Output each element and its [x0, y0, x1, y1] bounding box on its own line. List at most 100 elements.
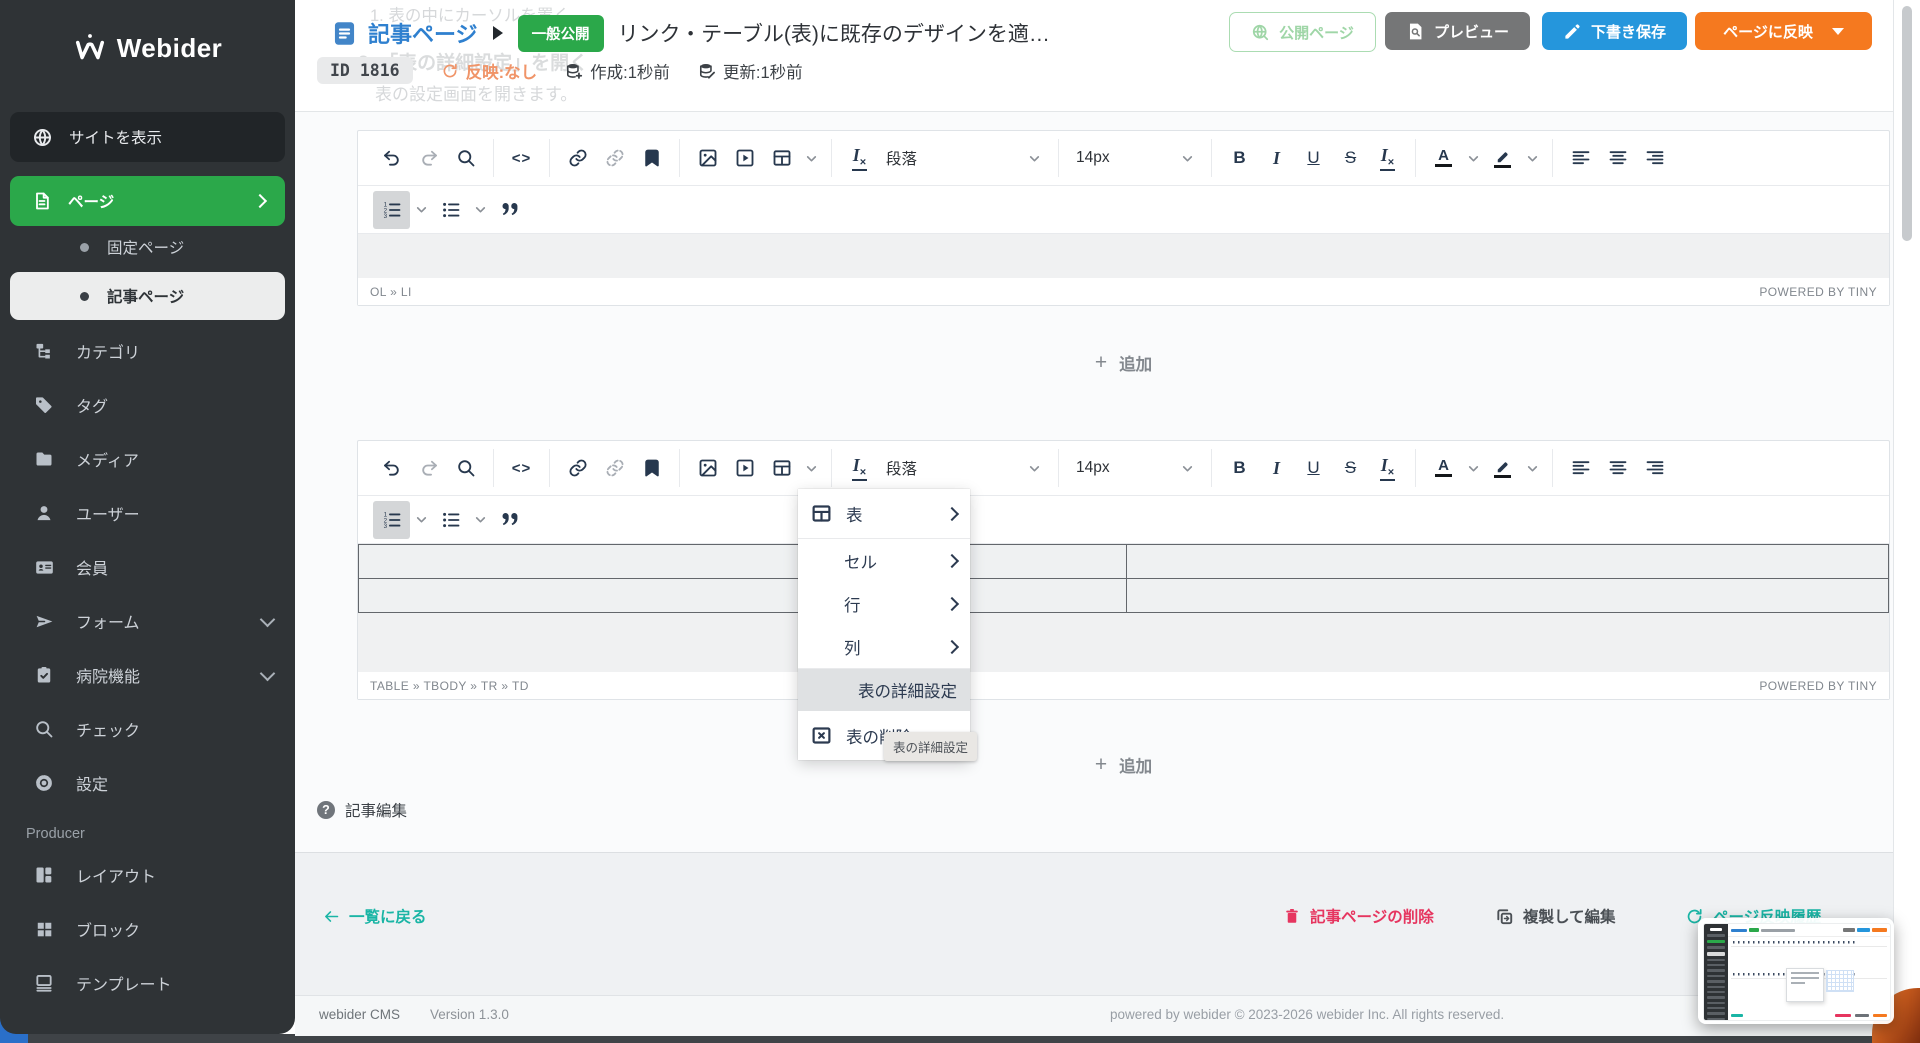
- question-icon[interactable]: ?: [317, 801, 335, 819]
- insert-link-button[interactable]: [559, 139, 596, 177]
- bullet-list-dropdown-chevron[interactable]: [469, 191, 491, 229]
- insert-image-button[interactable]: [689, 449, 726, 487]
- bullet-list-button[interactable]: [432, 191, 469, 229]
- undo-button[interactable]: [373, 139, 410, 177]
- duplicate-edit-link[interactable]: 複製して編集: [1495, 905, 1616, 927]
- paragraph-format-select[interactable]: 段落: [878, 449, 1049, 487]
- add-block-button-1[interactable]: + 追加: [357, 349, 1890, 377]
- sidebar-item-pages[interactable]: ページ: [10, 176, 285, 226]
- sidebar-item-check[interactable]: チェック: [0, 702, 295, 756]
- bullet-list-dropdown-chevron[interactable]: [469, 501, 491, 539]
- delete-article-link[interactable]: 記事ページの削除: [1283, 905, 1434, 927]
- sidebar-item-categories[interactable]: カテゴリ: [0, 324, 295, 378]
- save-draft-button[interactable]: 下書き保存: [1542, 12, 1687, 50]
- undo-button[interactable]: [373, 449, 410, 487]
- highlight-color-button[interactable]: [1484, 449, 1521, 487]
- align-center-button[interactable]: [1599, 449, 1636, 487]
- align-right-button[interactable]: [1636, 139, 1673, 177]
- align-right-button[interactable]: [1636, 449, 1673, 487]
- highlight-dropdown-chevron[interactable]: [1521, 139, 1543, 177]
- reflect-to-page-button[interactable]: ページに反映: [1695, 12, 1872, 50]
- menu-item-column[interactable]: 列: [798, 625, 970, 668]
- sidebar-item-layout[interactable]: レイアウト: [0, 848, 295, 902]
- sidebar-item-fixed-pages[interactable]: 固定ページ: [0, 226, 295, 268]
- ordered-list-dropdown-chevron[interactable]: [410, 191, 432, 229]
- element-path[interactable]: OL » LI: [370, 285, 412, 299]
- sidebar-item-tags[interactable]: タグ: [0, 378, 295, 432]
- insert-link-button[interactable]: [559, 449, 596, 487]
- menu-item-row[interactable]: 行: [798, 582, 970, 625]
- italic-button[interactable]: I: [1258, 449, 1295, 487]
- clear-formatting-button[interactable]: I×: [1369, 139, 1406, 177]
- text-color-button[interactable]: A: [1425, 449, 1462, 487]
- ordered-list-button[interactable]: 123: [373, 191, 410, 229]
- sidebar-item-users[interactable]: ユーザー: [0, 486, 295, 540]
- bold-button[interactable]: B: [1221, 449, 1258, 487]
- highlight-color-button[interactable]: [1484, 139, 1521, 177]
- insert-table-button[interactable]: [763, 139, 800, 177]
- breadcrumb-article-pages-link[interactable]: 記事ページ: [368, 17, 478, 49]
- insert-image-button[interactable]: [689, 139, 726, 177]
- redo-button[interactable]: [410, 449, 447, 487]
- text-color-dropdown-chevron[interactable]: [1462, 449, 1484, 487]
- anchor-button[interactable]: [633, 449, 670, 487]
- page-thumbnail-preview[interactable]: [1698, 918, 1894, 1024]
- source-code-button[interactable]: <>: [503, 449, 540, 487]
- sidebar-item-media[interactable]: メディア: [0, 432, 295, 486]
- strikethrough-button[interactable]: S: [1332, 449, 1369, 487]
- bold-button[interactable]: B: [1221, 139, 1258, 177]
- sidebar-item-forms[interactable]: フォーム: [0, 594, 295, 648]
- clear-formatting-button[interactable]: I×: [1369, 449, 1406, 487]
- align-center-button[interactable]: [1599, 139, 1636, 177]
- back-to-list-link[interactable]: 一覧に戻る: [323, 905, 427, 927]
- menu-item-cell[interactable]: セル: [798, 539, 970, 582]
- menu-item-table[interactable]: 表: [798, 489, 970, 538]
- sidebar-item-hospital[interactable]: 病院機能: [0, 648, 295, 702]
- sidebar-item-blocks[interactable]: ブロック: [0, 902, 295, 956]
- ordered-list-dropdown-chevron[interactable]: [410, 501, 432, 539]
- redo-button[interactable]: [410, 139, 447, 177]
- table-dropdown-chevron[interactable]: [800, 449, 822, 487]
- strikethrough-button[interactable]: S: [1332, 139, 1369, 177]
- underline-button[interactable]: U: [1295, 449, 1332, 487]
- underline-button[interactable]: U: [1295, 139, 1332, 177]
- editor1-content[interactable]: [358, 234, 1889, 278]
- sidebar-item-article-pages[interactable]: 記事ページ: [10, 272, 285, 320]
- insert-table-button[interactable]: [763, 449, 800, 487]
- insert-media-button[interactable]: [726, 139, 763, 177]
- remove-link-button[interactable]: [596, 449, 633, 487]
- ordered-list-button[interactable]: 123: [373, 501, 410, 539]
- content-table[interactable]: [358, 544, 1889, 613]
- table-dropdown-chevron[interactable]: [800, 139, 822, 177]
- align-left-button[interactable]: [1562, 139, 1599, 177]
- italic-button[interactable]: I: [1258, 139, 1295, 177]
- remove-link-button[interactable]: [596, 139, 633, 177]
- align-left-button[interactable]: [1562, 449, 1599, 487]
- menu-item-table-properties[interactable]: 表の詳細設定: [798, 669, 970, 711]
- preview-button[interactable]: プレビュー: [1385, 12, 1530, 50]
- source-code-button[interactable]: <>: [503, 139, 540, 177]
- font-size-select[interactable]: 14px: [1068, 139, 1202, 177]
- sidebar-item-templates[interactable]: テンプレート: [0, 956, 295, 1010]
- webider-logo[interactable]: Webider: [0, 0, 295, 96]
- font-size-select[interactable]: 14px: [1068, 449, 1202, 487]
- public-page-button[interactable]: 公開ページ: [1229, 12, 1376, 52]
- table-row[interactable]: [359, 545, 1889, 579]
- bullet-list-button[interactable]: [432, 501, 469, 539]
- paragraph-format-select[interactable]: 段落: [878, 139, 1049, 177]
- table-row[interactable]: [359, 579, 1889, 613]
- text-color-button[interactable]: A: [1425, 139, 1462, 177]
- blockquote-button[interactable]: [491, 191, 528, 229]
- highlight-dropdown-chevron[interactable]: [1521, 449, 1543, 487]
- element-path[interactable]: TABLE » TBODY » TR » TD: [370, 679, 529, 693]
- search-replace-button[interactable]: [447, 449, 484, 487]
- editor2-content[interactable]: [358, 544, 1889, 672]
- search-replace-button[interactable]: [447, 139, 484, 177]
- blockquote-button[interactable]: [491, 501, 528, 539]
- insert-media-button[interactable]: [726, 449, 763, 487]
- sidebar-item-settings[interactable]: 設定: [0, 756, 295, 810]
- scrollbar-track[interactable]: [1893, 0, 1920, 1035]
- add-block-button-2[interactable]: + 追加: [357, 751, 1890, 779]
- anchor-button[interactable]: [633, 139, 670, 177]
- clear-formatting-button[interactable]: I×: [841, 139, 878, 177]
